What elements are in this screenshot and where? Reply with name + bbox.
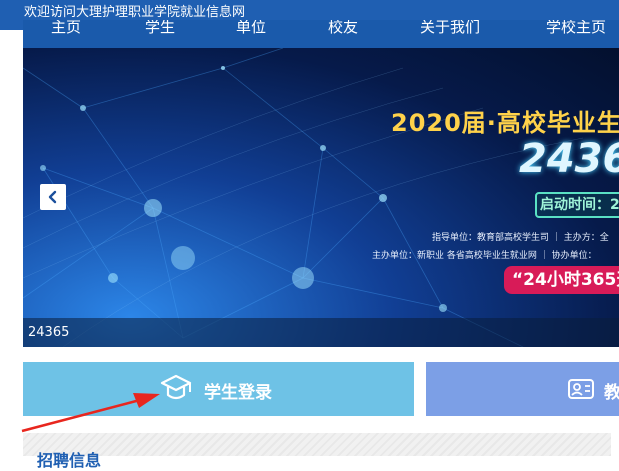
job-info-panel: 招聘信息	[23, 433, 611, 470]
chevron-left-icon	[48, 190, 57, 204]
banner-slogan: “24小时365天	[504, 266, 619, 294]
main-nav: 主页 学生 单位 校友 关于我们 学校主页	[23, 20, 619, 48]
nav-item-about[interactable]: 关于我们	[420, 20, 480, 37]
teacher-login-label: 教	[604, 383, 619, 403]
id-card-icon	[568, 379, 594, 399]
job-info-title[interactable]: 招聘信息	[37, 447, 101, 471]
graduation-cap-icon	[160, 374, 192, 400]
nav-item-alumni[interactable]: 校友	[328, 20, 358, 37]
banner-start-time: 启动时间：2	[535, 192, 619, 218]
teacher-login-button[interactable]: 教	[426, 362, 619, 416]
banner-carousel[interactable]: 2020届·高校毕业生 24365 启动时间：2 指导单位：教育部高校学生司 ｜…	[23, 48, 619, 347]
banner-guide-line: 指导单位：教育部高校学生司 ｜ 主办方：全	[432, 233, 609, 243]
banner-caption: 24365	[23, 318, 619, 347]
banner-headline: 2020届·高校毕业生	[391, 109, 619, 137]
nav-item-students[interactable]: 学生	[145, 20, 175, 37]
carousel-prev-button[interactable]	[40, 184, 66, 210]
nav-item-school-home[interactable]: 学校主页	[546, 20, 606, 37]
banner-number: 24365	[519, 136, 619, 182]
banner-host-line: 主办单位：新职业 各省高校毕业生就业网 ｜ 协办单位：	[372, 251, 597, 261]
student-login-button[interactable]: 学生登录	[23, 362, 414, 416]
network-background	[23, 48, 584, 347]
nav-item-home[interactable]: 主页	[51, 20, 81, 37]
student-login-label: 学生登录	[204, 383, 272, 403]
nav-item-employers[interactable]: 单位	[236, 20, 266, 37]
